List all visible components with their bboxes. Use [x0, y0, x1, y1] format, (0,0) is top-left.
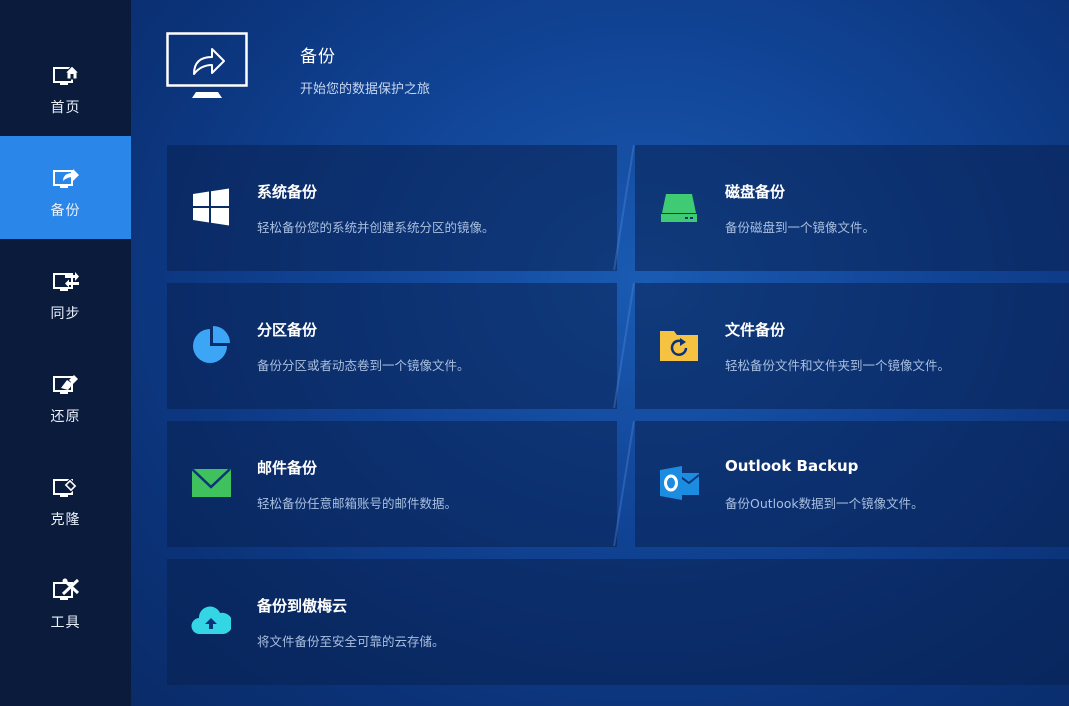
- partition-icon: [193, 326, 230, 363]
- card-outlook-backup[interactable]: Outlook Backup 备份Outlook数据到一个镜像文件。: [635, 421, 1069, 547]
- backup-icon: [52, 169, 79, 188]
- card-file-backup[interactable]: 文件备份 轻松备份文件和文件夹到一个镜像文件。: [635, 283, 1069, 409]
- card-title: 系统备份: [257, 183, 318, 201]
- outlook-icon: [660, 466, 699, 500]
- home-icon: [52, 65, 80, 85]
- cloud-icon: [191, 606, 231, 635]
- card-title: Outlook Backup: [725, 457, 859, 475]
- card-title: 磁盘备份: [725, 183, 786, 201]
- card-desc: 轻松备份文件和文件夹到一个镜像文件。: [725, 358, 951, 373]
- monitor-share-icon: [166, 32, 248, 98]
- card-desc: 将文件备份至安全可靠的云存储。: [257, 634, 445, 649]
- card-cloud-backup[interactable]: 备份到傲梅云 将文件备份至安全可靠的云存储。: [167, 559, 1069, 685]
- card-mail-backup[interactable]: 邮件备份 轻松备份任意邮箱账号的邮件数据。: [167, 421, 617, 547]
- card-title: 分区备份: [257, 321, 318, 339]
- card-title: 文件备份: [725, 321, 786, 339]
- nav-label-home: 首页: [50, 100, 81, 116]
- app-window: 首页 备份 同步 还原 克隆 工具 备份 开始您的数据保护之旅 系统备份 轻松备…: [0, 0, 1069, 706]
- sidebar: 首页 备份 同步 还原 克隆 工具: [0, 0, 131, 706]
- tools-icon: [52, 578, 79, 600]
- nav-item-restore[interactable]: 还原: [0, 342, 131, 445]
- nav-item-backup[interactable]: 备份: [0, 136, 131, 239]
- windows-icon: [193, 188, 229, 226]
- disk-icon: [661, 194, 697, 222]
- card-disk-backup[interactable]: 磁盘备份 备份磁盘到一个镜像文件。: [635, 145, 1069, 271]
- nav-label-clone: 克隆: [50, 512, 81, 528]
- main-panel: 备份 开始您的数据保护之旅 系统备份 轻松备份您的系统并创建系统分区的镜像。 磁…: [131, 0, 1069, 706]
- card-desc: 备份磁盘到一个镜像文件。: [725, 220, 876, 235]
- nav-item-home[interactable]: 首页: [0, 33, 131, 136]
- nav-label-restore: 还原: [50, 409, 81, 425]
- card-desc: 备份分区或者动态卷到一个镜像文件。: [257, 358, 470, 373]
- page-title: 备份: [300, 47, 336, 67]
- page-header: 备份 开始您的数据保护之旅: [166, 32, 866, 102]
- restore-icon: [52, 375, 78, 394]
- folder-icon: [660, 331, 698, 361]
- nav-label-backup: 备份: [50, 203, 81, 219]
- card-title: 备份到傲梅云: [257, 597, 348, 615]
- page-subtitle: 开始您的数据保护之旅: [300, 82, 431, 97]
- card-desc: 轻松备份您的系统并创建系统分区的镜像。: [257, 220, 495, 235]
- nav-label-tools: 工具: [50, 615, 81, 631]
- nav-item-sync[interactable]: 同步: [0, 239, 131, 342]
- nav-item-tools[interactable]: 工具: [0, 548, 131, 651]
- card-title: 邮件备份: [257, 459, 318, 477]
- card-partition-backup[interactable]: 分区备份 备份分区或者动态卷到一个镜像文件。: [167, 283, 617, 409]
- clone-icon: [52, 478, 78, 497]
- nav-label-sync: 同步: [50, 306, 81, 322]
- nav-item-clone[interactable]: 克隆: [0, 445, 131, 548]
- card-system-backup[interactable]: 系统备份 轻松备份您的系统并创建系统分区的镜像。: [167, 145, 617, 271]
- sync-icon: [52, 272, 79, 291]
- card-desc: 备份Outlook数据到一个镜像文件。: [725, 496, 924, 511]
- card-desc: 轻松备份任意邮箱账号的邮件数据。: [257, 496, 458, 511]
- mail-icon: [191, 468, 231, 497]
